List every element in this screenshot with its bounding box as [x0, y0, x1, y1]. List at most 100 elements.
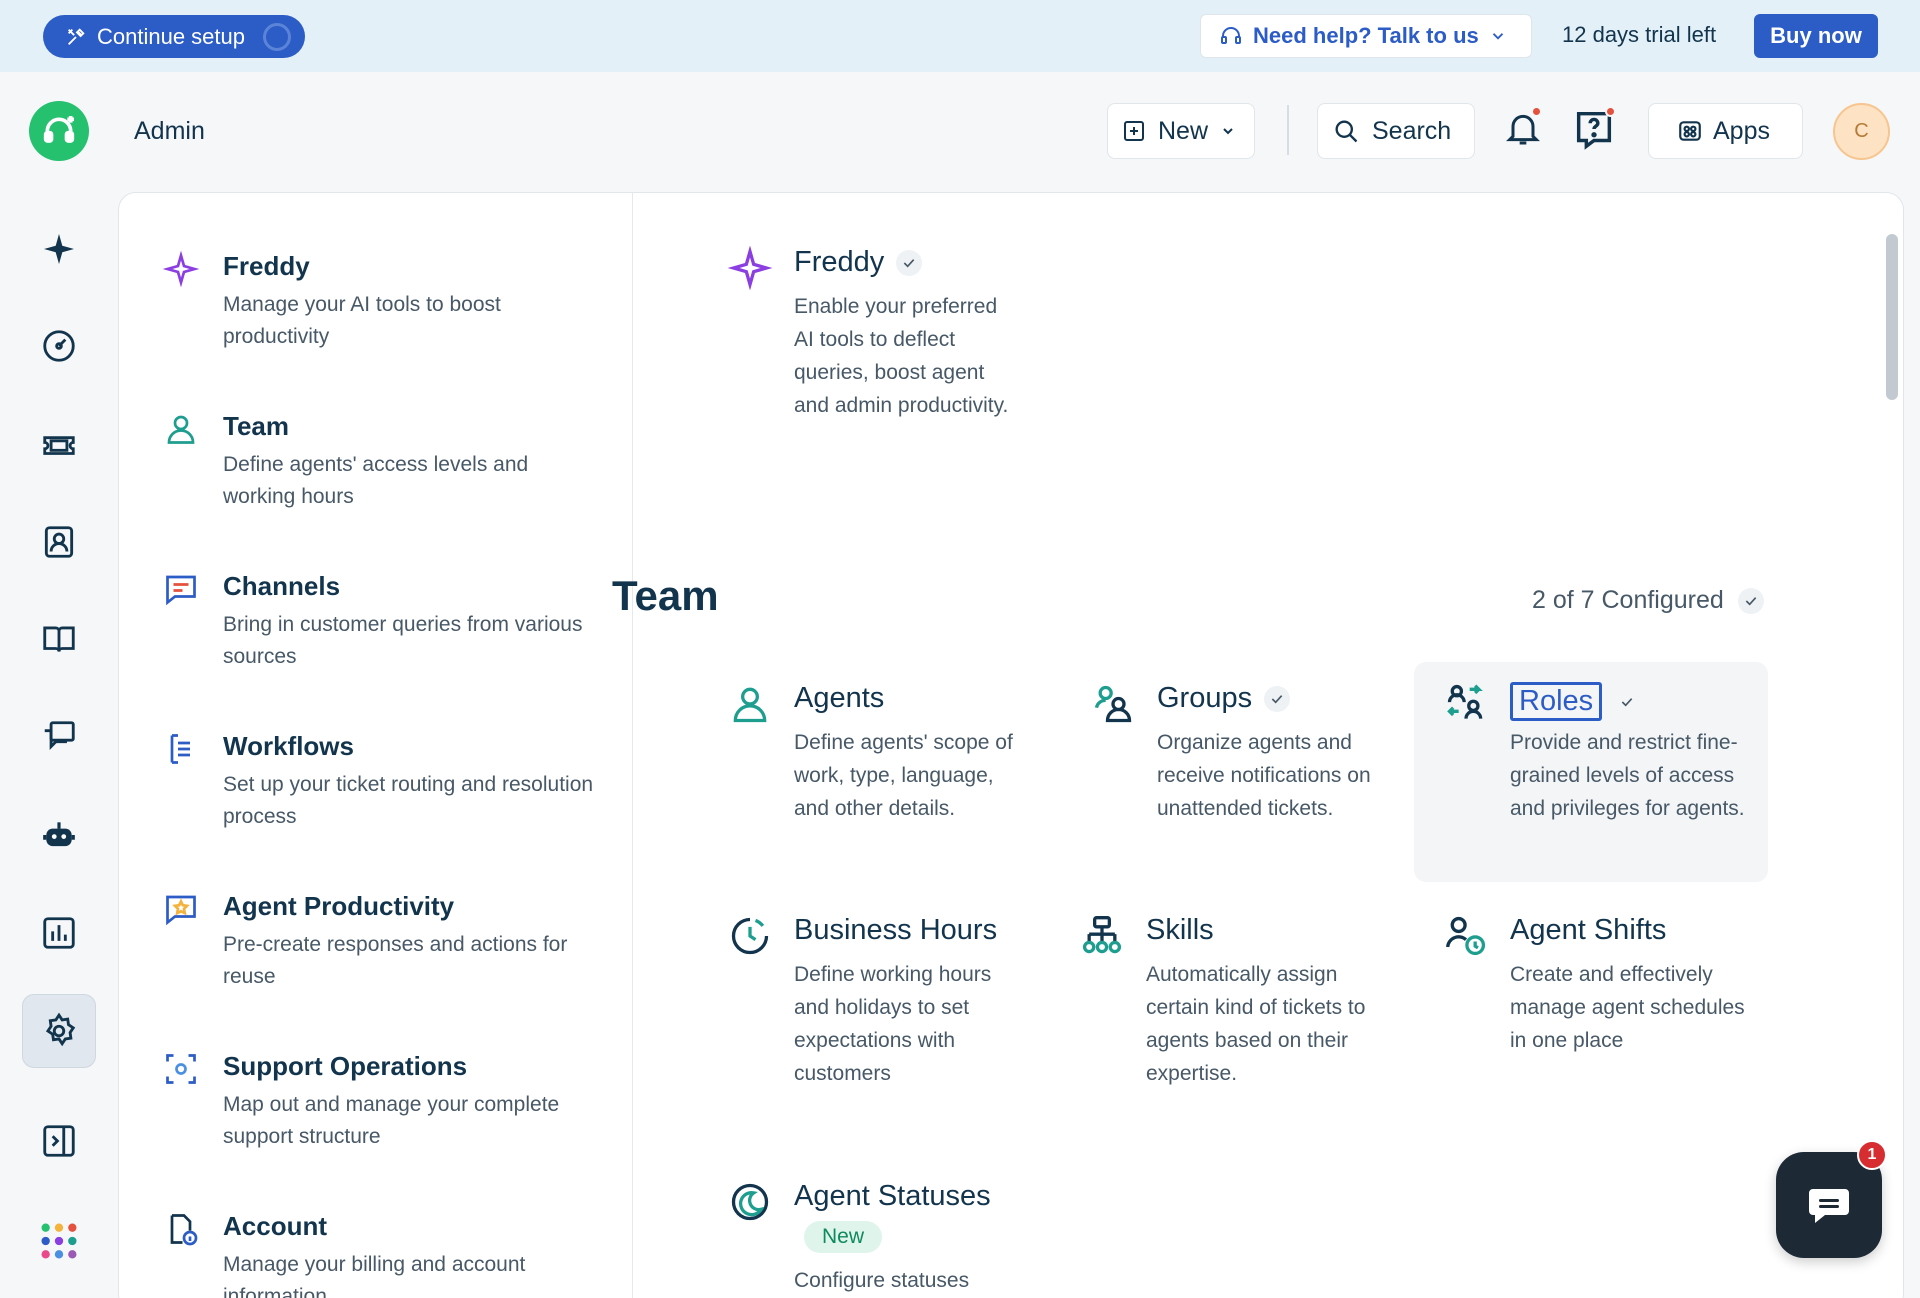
feature-desc: Create and effectively manage agent sche…	[1510, 963, 1745, 1052]
feature-title: Agent Shifts	[1510, 914, 1666, 947]
team-section-title: Team	[612, 572, 719, 619]
rail-tickets[interactable]	[22, 407, 96, 481]
feature-title: Agents	[794, 682, 884, 715]
notification-dot	[1531, 106, 1542, 117]
rail-dashboard[interactable]	[22, 309, 96, 383]
feature-desc: Automatically assign certain kind of tic…	[1146, 963, 1366, 1085]
feature-title-text: Agent Statuses	[794, 1180, 991, 1212]
rail-admin-settings[interactable]	[22, 994, 96, 1068]
chat-unread-badge: 1	[1857, 1140, 1887, 1170]
headset-icon	[1221, 27, 1241, 44]
clock-icon	[731, 917, 769, 955]
menu-item-title: Freddy	[223, 251, 310, 281]
configured-status: 2 of 7 Configured	[1532, 586, 1764, 615]
chat-bubble-icon	[1809, 1189, 1849, 1223]
rail-freddy[interactable]	[22, 212, 96, 286]
feature-title: Groups	[1157, 682, 1291, 715]
check-icon	[896, 249, 923, 276]
need-help-label: Need help? Talk to us	[1253, 23, 1479, 48]
settings-frame-icon	[166, 1054, 196, 1084]
user-avatar[interactable]: C	[1833, 103, 1890, 160]
header-divider	[1287, 105, 1289, 155]
sparkle-icon	[728, 246, 772, 290]
admin-menu: Freddy Manage your AI tools to boost pro…	[119, 193, 633, 1298]
user-clock-icon	[1446, 916, 1486, 956]
feature-title-text: Agent Shifts	[1510, 914, 1667, 946]
freshdesk-logo[interactable]	[29, 101, 89, 161]
dashboard-gauge-icon	[43, 330, 75, 362]
continue-setup-button[interactable]: Continue setup	[43, 15, 305, 58]
book-icon	[43, 626, 75, 652]
rail-bots[interactable]	[22, 798, 96, 872]
help-button[interactable]	[1571, 106, 1619, 156]
menu-item-title: Channels	[223, 571, 341, 601]
menu-item-title: Workflows	[223, 731, 354, 761]
menu-item-title: Team	[223, 411, 289, 441]
feature-title: Roles	[1510, 682, 1640, 721]
feature-desc: Define agents' scope of work, type, lang…	[794, 731, 1013, 820]
need-help-button[interactable]: Need help? Talk to us	[1200, 14, 1532, 58]
feature-title-text: Roles	[1510, 682, 1603, 721]
feature-desc: Provide and restrict fine-grained levels…	[1510, 731, 1745, 820]
menu-item-desc: Bring in customer queries from various s…	[223, 613, 583, 668]
rail-contacts[interactable]	[22, 505, 96, 579]
feature-title-text: Skills	[1146, 914, 1214, 946]
feature-desc: Organize agents and receive notification…	[1157, 731, 1371, 820]
menu-item-title: Account	[223, 1211, 327, 1241]
search-label: Search	[1372, 116, 1452, 145]
search-icon	[1335, 120, 1358, 143]
user-icon	[733, 687, 767, 723]
search-button[interactable]: Search	[1317, 103, 1475, 159]
buy-now-button[interactable]: Buy now	[1754, 14, 1878, 58]
menu-item-desc: Map out and manage your complete support…	[223, 1093, 560, 1148]
apps-icon	[1679, 121, 1701, 141]
menu-item-title: Support Operations	[223, 1051, 468, 1081]
apps-button[interactable]: Apps	[1648, 103, 1803, 159]
ticket-icon	[43, 436, 75, 455]
top-banner: Continue setup Need help? Talk to us 12 …	[0, 0, 1920, 72]
progress-ring-icon	[263, 22, 291, 51]
headset-logo-icon	[43, 116, 75, 143]
workflow-list-icon	[170, 734, 190, 764]
analytics-icon	[43, 917, 75, 949]
expand-panel-icon	[43, 1125, 75, 1157]
check-icon	[1614, 689, 1640, 715]
feature-desc: Configure statuses	[794, 1269, 970, 1292]
chevron-down-icon	[1492, 33, 1503, 40]
rail-analytics[interactable]	[22, 896, 96, 970]
page-title: Admin	[134, 117, 205, 145]
menu-item-desc: Manage your billing and account informat…	[223, 1253, 526, 1298]
trial-days-text: 12 days trial left	[1562, 22, 1717, 47]
menu-item-title: Agent Productivity	[223, 891, 455, 921]
new-label: New	[1158, 116, 1209, 145]
notifications-button[interactable]	[1503, 106, 1547, 156]
scrollbar-thumb[interactable]	[1886, 234, 1898, 400]
menu-item-desc: Manage your AI tools to boost productivi…	[223, 293, 501, 348]
contact-card-icon	[44, 526, 74, 558]
feature-title-text: Business Hours	[794, 914, 998, 946]
rail-app-switcher[interactable]	[22, 1204, 96, 1278]
roles-swap-icon	[1447, 684, 1483, 719]
sparkle-icon	[44, 234, 74, 264]
rail-expand-toggle[interactable]	[22, 1104, 96, 1178]
rail-knowledge-base[interactable]	[22, 602, 96, 676]
chevron-down-icon	[1223, 128, 1233, 135]
feature-desc: Define working hours and holidays to set…	[794, 963, 992, 1085]
help-dot	[1605, 106, 1616, 117]
menu-item-desc: Set up your ticket routing and resolutio…	[223, 773, 594, 828]
rail-conversations[interactable]	[22, 700, 96, 774]
feature-desc: Enable your preferred AI tools to deflec…	[794, 295, 1009, 417]
feature-title-text: Groups	[1157, 682, 1253, 714]
feature-title: Skills	[1146, 914, 1214, 947]
apps-label: Apps	[1713, 116, 1770, 145]
feature-title: Freddy	[794, 246, 923, 279]
gear-icon	[45, 1012, 76, 1047]
moon-status-icon	[731, 1183, 769, 1221]
message-icon	[166, 575, 196, 606]
new-badge: New	[804, 1221, 883, 1253]
colorful-grid-icon	[41, 1223, 77, 1259]
feature-title-text: Agents	[794, 682, 885, 714]
configured-text: 2 of 7 Configured	[1532, 586, 1724, 614]
check-icon	[1737, 587, 1764, 614]
new-button[interactable]: New	[1107, 103, 1255, 159]
